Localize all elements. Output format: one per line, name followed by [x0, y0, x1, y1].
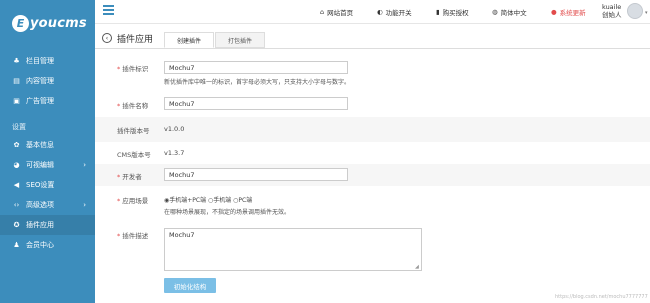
nav-label: 系统更新: [559, 9, 586, 17]
sidebar-item-label: 会员中心: [26, 241, 54, 249]
field-label: * 开发者: [117, 173, 142, 181]
sidebar-item-seo[interactable]: ◀ SEO设置: [0, 175, 95, 195]
description-textarea[interactable]: Mochu7: [164, 228, 422, 271]
sidebar-item-ads[interactable]: ▣ 广告管理: [0, 91, 95, 111]
form-row-developer: * 开发者: [95, 164, 650, 186]
logo-mark: E: [12, 14, 29, 32]
form-row-plugin-version: 插件版本号 v1.0.0: [95, 117, 650, 142]
page-title-text: 插件应用: [117, 34, 154, 45]
radio-pc[interactable]: ○PC端: [233, 197, 252, 204]
nav-system-update[interactable]: ● 系统更新: [551, 0, 586, 24]
form-row-scene: * 应用场景 ◉手机端+PC端 ○手机端 ○PC端 在哪种场景展现，不指定的场景调…: [95, 188, 650, 221]
resize-grip-icon[interactable]: ◢: [415, 264, 419, 270]
nav-label: 网站首页: [327, 9, 354, 17]
sidebar-item-visual-edit[interactable]: ◕ 可视编辑 ›: [0, 155, 95, 175]
tab-bar: 创建插件 打包插件: [164, 32, 266, 48]
required-mark: *: [117, 197, 121, 205]
sidebar-item-plugins[interactable]: ✪ 插件应用: [0, 215, 95, 235]
list-icon: ▤: [13, 77, 20, 85]
sidebar-item-content[interactable]: ▤ 内容管理: [0, 71, 95, 91]
chevron-right-icon: ›: [83, 201, 86, 209]
form-row-description: * 插件描述 Mochu7: [95, 224, 650, 274]
required-mark: *: [117, 102, 121, 110]
tab-divider: [95, 48, 650, 49]
user-icon: ♟: [13, 241, 20, 249]
home-icon: ⌂: [320, 8, 325, 16]
scene-help: 在哪种场景展现，不指定的场景调用插件无效。: [164, 209, 291, 216]
paper-plane-icon: ◀: [13, 181, 20, 189]
initialize-structure-button[interactable]: 初始化结构: [164, 278, 216, 293]
globe-icon: ◍: [492, 8, 498, 16]
code-icon: ‹›: [13, 201, 20, 209]
field-label: 插件版本号: [117, 127, 150, 135]
sidebar-item-advanced[interactable]: ‹› 高级选项 ›: [0, 195, 95, 215]
cms-version-value: v1.3.7: [164, 149, 185, 157]
field-label: * 应用场景: [117, 197, 149, 205]
user-name: kuaile: [602, 3, 622, 11]
logo[interactable]: E youcms: [0, 0, 95, 46]
dashboard-icon: ◕: [13, 161, 20, 169]
logo-text: youcms: [30, 15, 87, 31]
gear-icon: ✿: [13, 141, 20, 149]
nav-language[interactable]: ◍ 简体中文: [492, 0, 527, 24]
form-row-plugin-name: * 插件名称: [95, 92, 650, 116]
field-label: CMS版本号: [117, 151, 151, 159]
menu-toggle-icon[interactable]: [103, 5, 114, 15]
alert-icon: ●: [551, 8, 557, 16]
avatar[interactable]: [627, 3, 643, 19]
user-info[interactable]: kuaile 创始人: [602, 3, 622, 19]
chevron-down-icon[interactable]: ▾: [645, 10, 648, 16]
nav-label: 简体中文: [500, 9, 527, 17]
developer-input[interactable]: [164, 168, 348, 181]
nav-label: 购买授权: [442, 9, 469, 17]
form-row-cms-version: CMS版本号 v1.3.7: [95, 142, 650, 164]
sidebar-item-members[interactable]: ♟ 会员中心: [0, 235, 95, 255]
required-mark: *: [117, 173, 121, 181]
required-mark: *: [117, 65, 121, 73]
field-label: * 插件描述: [117, 232, 149, 240]
plugin-id-help: 新优插件库中唯一的标识，首字母必须大写，只支持大小字母与数字。: [164, 79, 351, 86]
sidebar-item-basic-info[interactable]: ✿ 基本信息: [0, 135, 95, 155]
sidebar-item-label: 高级选项: [26, 201, 54, 209]
plugin-name-input[interactable]: [164, 97, 348, 110]
tab-package-plugin[interactable]: 打包插件: [215, 32, 266, 48]
user-role: 创始人: [602, 11, 622, 19]
sidebar-item-label: 可视编辑: [26, 161, 54, 169]
sidebar-item-label: SEO设置: [26, 181, 55, 189]
nav-feature-switch[interactable]: ◐ 功能开关: [377, 0, 412, 24]
nav-label: 功能开关: [385, 9, 412, 17]
nav-buy-license[interactable]: ▮ 购买授权: [436, 0, 469, 24]
sidebar-item-label: 插件应用: [26, 221, 54, 229]
watermark: https://blog.csdn.net/mochu7777777: [555, 294, 648, 300]
plugin-icon: ✪: [13, 221, 20, 229]
radio-mobile-pc[interactable]: ◉手机端+PC端: [164, 197, 206, 204]
required-mark: *: [117, 232, 121, 240]
plugin-version-value: v1.0.0: [164, 125, 185, 133]
sidebar-item-label: 基本信息: [26, 141, 54, 149]
scene-radio-group: ◉手机端+PC端 ○手机端 ○PC端: [164, 195, 252, 204]
toggle-icon: ◐: [377, 8, 383, 16]
bookmark-icon: ▮: [436, 8, 440, 16]
radio-mobile[interactable]: ○手机端: [208, 197, 231, 204]
chevron-right-icon: ›: [83, 161, 86, 169]
page-title: ‹ 插件应用: [102, 31, 153, 45]
back-arrow-icon[interactable]: ‹: [102, 33, 112, 43]
field-label: * 插件标识: [117, 65, 149, 73]
sidebar-item-label: 内容管理: [26, 77, 54, 85]
form-row-plugin-id: *插件标识 新优插件库中唯一的标识，首字母必须大写，只支持大小字母与数字。: [95, 55, 650, 92]
nav-home[interactable]: ⌂ 网站首页: [320, 0, 353, 24]
plugin-id-input[interactable]: [164, 61, 348, 74]
sidebar-item-columns[interactable]: ♣ 栏目管理: [0, 51, 95, 71]
image-icon: ▣: [13, 97, 20, 105]
sidebar-item-label: 广告管理: [26, 97, 54, 105]
sitemap-icon: ♣: [13, 57, 20, 65]
tab-create-plugin[interactable]: 创建插件: [164, 32, 215, 48]
sidebar-item-label: 栏目管理: [26, 57, 54, 65]
sidebar: E youcms ♣ 栏目管理 ▤ 内容管理 ▣ 广告管理 设置 ✿ 基本信息 …: [0, 0, 95, 303]
sidebar-section-title: 设置: [12, 123, 26, 131]
field-label: * 插件名称: [117, 102, 149, 110]
